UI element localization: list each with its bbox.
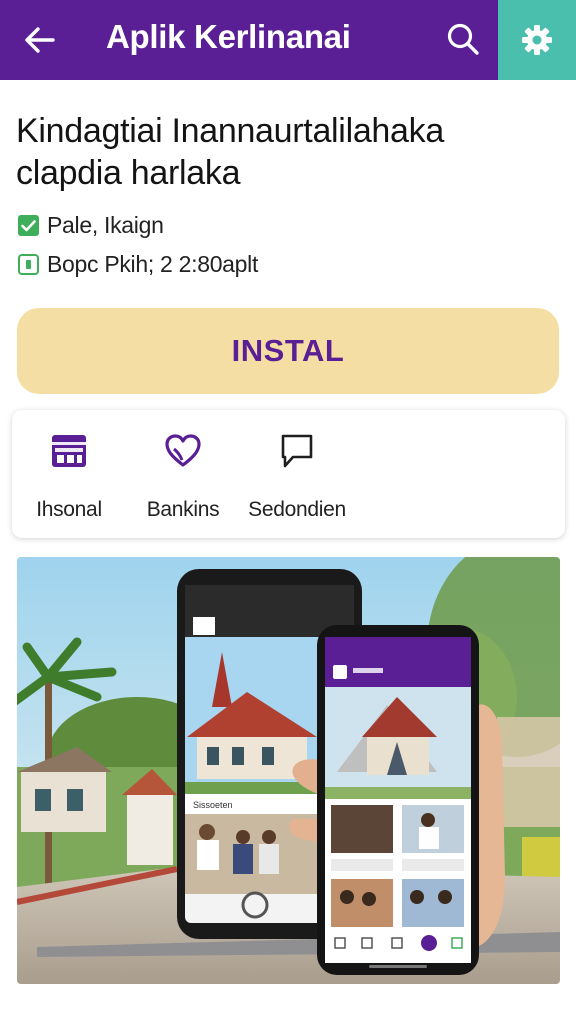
action-discussion[interactable]: Sedondien: [232, 428, 362, 522]
action-label: Sedondien: [248, 498, 346, 521]
action-label: Bankins: [146, 498, 220, 521]
search-button[interactable]: [442, 18, 484, 60]
meta-text-2: Bopc Pkih; 2 2:80aplt: [47, 251, 259, 277]
action-favorites[interactable]: Bankins: [118, 428, 248, 522]
chat-icon: [281, 434, 313, 468]
meta-row-2: Bopc Pkih; 2 2:80aplt: [18, 251, 258, 278]
hero-image: Sissoeten: [17, 557, 560, 984]
settings-button[interactable]: [498, 0, 576, 80]
back-button[interactable]: [20, 20, 60, 60]
quick-actions-card: Ihsonal Bankins Sedondien: [12, 410, 565, 538]
app-name: Kindagtiai Inannaurtalilahaka clapdia ha…: [16, 112, 444, 192]
meta-text-1: Pale, Ikaign: [47, 212, 164, 238]
app-bar-main: Aplik Kerlinanai: [0, 0, 498, 80]
arrow-left-icon: [25, 27, 55, 53]
search-icon: [447, 23, 479, 55]
app-bar-title: Aplik Kerlinanai: [106, 18, 351, 55]
front-phone-label: Sissoeten: [193, 800, 233, 810]
checkbox-checked-icon: [18, 215, 39, 236]
action-label: Ihsonal: [36, 498, 102, 521]
action-personal[interactable]: Ihsonal: [4, 428, 134, 522]
app-bar: Aplik Kerlinanai: [0, 0, 576, 80]
store-icon: [52, 435, 86, 467]
meta-row-1: Pale, Ikaign: [18, 212, 164, 239]
info-box-icon: [18, 254, 39, 275]
gear-icon: [522, 25, 552, 55]
install-button[interactable]: INSTAL: [17, 308, 559, 394]
heart-icon: [165, 434, 201, 467]
